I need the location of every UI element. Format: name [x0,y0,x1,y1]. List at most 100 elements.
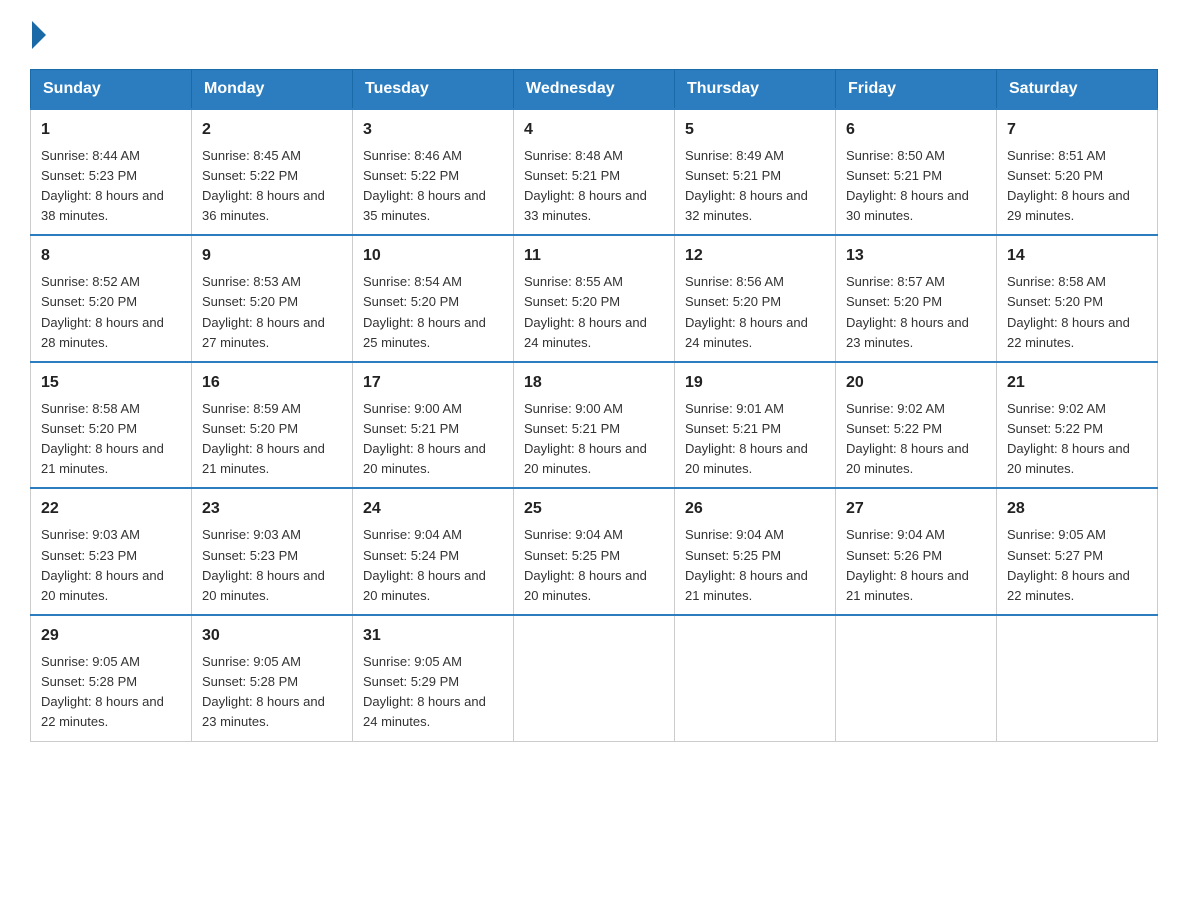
day-number: 24 [363,497,503,521]
day-cell: 4 Sunrise: 8:48 AMSunset: 5:21 PMDayligh… [514,109,675,236]
day-number: 20 [846,371,986,395]
day-number: 13 [846,244,986,268]
logo [30,20,46,49]
day-info: Sunrise: 8:51 AMSunset: 5:20 PMDaylight:… [1007,148,1130,223]
day-number: 27 [846,497,986,521]
week-row-4: 22 Sunrise: 9:03 AMSunset: 5:23 PMDaylig… [31,488,1158,615]
calendar-table: SundayMondayTuesdayWednesdayThursdayFrid… [30,69,1158,742]
day-info: Sunrise: 9:04 AMSunset: 5:25 PMDaylight:… [685,527,808,602]
week-row-3: 15 Sunrise: 8:58 AMSunset: 5:20 PMDaylig… [31,362,1158,489]
day-info: Sunrise: 8:44 AMSunset: 5:23 PMDaylight:… [41,148,164,223]
day-cell: 22 Sunrise: 9:03 AMSunset: 5:23 PMDaylig… [31,488,192,615]
day-info: Sunrise: 9:04 AMSunset: 5:26 PMDaylight:… [846,527,969,602]
day-info: Sunrise: 8:55 AMSunset: 5:20 PMDaylight:… [524,274,647,349]
col-header-thursday: Thursday [675,69,836,109]
day-number: 19 [685,371,825,395]
day-cell: 26 Sunrise: 9:04 AMSunset: 5:25 PMDaylig… [675,488,836,615]
day-cell: 14 Sunrise: 8:58 AMSunset: 5:20 PMDaylig… [997,235,1158,362]
day-cell [997,615,1158,741]
day-cell: 6 Sunrise: 8:50 AMSunset: 5:21 PMDayligh… [836,109,997,236]
day-cell: 1 Sunrise: 8:44 AMSunset: 5:23 PMDayligh… [31,109,192,236]
day-info: Sunrise: 8:58 AMSunset: 5:20 PMDaylight:… [41,401,164,476]
day-info: Sunrise: 8:56 AMSunset: 5:20 PMDaylight:… [685,274,808,349]
day-info: Sunrise: 8:45 AMSunset: 5:22 PMDaylight:… [202,148,325,223]
day-info: Sunrise: 9:04 AMSunset: 5:24 PMDaylight:… [363,527,486,602]
day-cell: 8 Sunrise: 8:52 AMSunset: 5:20 PMDayligh… [31,235,192,362]
day-cell: 16 Sunrise: 8:59 AMSunset: 5:20 PMDaylig… [192,362,353,489]
day-number: 5 [685,118,825,142]
col-header-monday: Monday [192,69,353,109]
day-cell: 27 Sunrise: 9:04 AMSunset: 5:26 PMDaylig… [836,488,997,615]
col-header-wednesday: Wednesday [514,69,675,109]
day-info: Sunrise: 9:02 AMSunset: 5:22 PMDaylight:… [1007,401,1130,476]
day-cell [514,615,675,741]
day-number: 11 [524,244,664,268]
day-cell: 18 Sunrise: 9:00 AMSunset: 5:21 PMDaylig… [514,362,675,489]
day-info: Sunrise: 8:53 AMSunset: 5:20 PMDaylight:… [202,274,325,349]
day-number: 21 [1007,371,1147,395]
day-number: 7 [1007,118,1147,142]
day-info: Sunrise: 9:02 AMSunset: 5:22 PMDaylight:… [846,401,969,476]
day-number: 6 [846,118,986,142]
day-number: 28 [1007,497,1147,521]
day-cell: 12 Sunrise: 8:56 AMSunset: 5:20 PMDaylig… [675,235,836,362]
logo-triangle-icon [32,21,46,49]
day-info: Sunrise: 9:05 AMSunset: 5:28 PMDaylight:… [41,654,164,729]
day-cell: 29 Sunrise: 9:05 AMSunset: 5:28 PMDaylig… [31,615,192,741]
day-info: Sunrise: 9:04 AMSunset: 5:25 PMDaylight:… [524,527,647,602]
calendar-header-row: SundayMondayTuesdayWednesdayThursdayFrid… [31,69,1158,109]
day-cell: 2 Sunrise: 8:45 AMSunset: 5:22 PMDayligh… [192,109,353,236]
col-header-friday: Friday [836,69,997,109]
day-info: Sunrise: 9:05 AMSunset: 5:28 PMDaylight:… [202,654,325,729]
week-row-1: 1 Sunrise: 8:44 AMSunset: 5:23 PMDayligh… [31,109,1158,236]
day-info: Sunrise: 8:58 AMSunset: 5:20 PMDaylight:… [1007,274,1130,349]
day-cell: 13 Sunrise: 8:57 AMSunset: 5:20 PMDaylig… [836,235,997,362]
day-info: Sunrise: 9:00 AMSunset: 5:21 PMDaylight:… [363,401,486,476]
day-number: 10 [363,244,503,268]
day-number: 31 [363,624,503,648]
page-header [30,20,1158,49]
col-header-saturday: Saturday [997,69,1158,109]
day-info: Sunrise: 8:46 AMSunset: 5:22 PMDaylight:… [363,148,486,223]
day-number: 18 [524,371,664,395]
day-cell: 20 Sunrise: 9:02 AMSunset: 5:22 PMDaylig… [836,362,997,489]
day-number: 29 [41,624,181,648]
day-number: 25 [524,497,664,521]
day-info: Sunrise: 8:50 AMSunset: 5:21 PMDaylight:… [846,148,969,223]
day-cell [675,615,836,741]
day-cell: 5 Sunrise: 8:49 AMSunset: 5:21 PMDayligh… [675,109,836,236]
day-info: Sunrise: 9:01 AMSunset: 5:21 PMDaylight:… [685,401,808,476]
day-cell: 9 Sunrise: 8:53 AMSunset: 5:20 PMDayligh… [192,235,353,362]
day-cell: 15 Sunrise: 8:58 AMSunset: 5:20 PMDaylig… [31,362,192,489]
day-number: 17 [363,371,503,395]
col-header-tuesday: Tuesday [353,69,514,109]
day-info: Sunrise: 8:52 AMSunset: 5:20 PMDaylight:… [41,274,164,349]
day-cell: 11 Sunrise: 8:55 AMSunset: 5:20 PMDaylig… [514,235,675,362]
day-cell: 3 Sunrise: 8:46 AMSunset: 5:22 PMDayligh… [353,109,514,236]
day-cell: 10 Sunrise: 8:54 AMSunset: 5:20 PMDaylig… [353,235,514,362]
day-cell: 21 Sunrise: 9:02 AMSunset: 5:22 PMDaylig… [997,362,1158,489]
day-info: Sunrise: 9:00 AMSunset: 5:21 PMDaylight:… [524,401,647,476]
day-number: 15 [41,371,181,395]
day-cell [836,615,997,741]
day-info: Sunrise: 9:03 AMSunset: 5:23 PMDaylight:… [41,527,164,602]
day-number: 12 [685,244,825,268]
day-cell: 28 Sunrise: 9:05 AMSunset: 5:27 PMDaylig… [997,488,1158,615]
day-info: Sunrise: 9:05 AMSunset: 5:27 PMDaylight:… [1007,527,1130,602]
day-cell: 30 Sunrise: 9:05 AMSunset: 5:28 PMDaylig… [192,615,353,741]
day-cell: 23 Sunrise: 9:03 AMSunset: 5:23 PMDaylig… [192,488,353,615]
day-info: Sunrise: 9:05 AMSunset: 5:29 PMDaylight:… [363,654,486,729]
day-number: 1 [41,118,181,142]
day-number: 14 [1007,244,1147,268]
day-info: Sunrise: 8:59 AMSunset: 5:20 PMDaylight:… [202,401,325,476]
day-info: Sunrise: 9:03 AMSunset: 5:23 PMDaylight:… [202,527,325,602]
day-number: 23 [202,497,342,521]
day-number: 26 [685,497,825,521]
day-number: 9 [202,244,342,268]
day-cell: 25 Sunrise: 9:04 AMSunset: 5:25 PMDaylig… [514,488,675,615]
day-info: Sunrise: 8:49 AMSunset: 5:21 PMDaylight:… [685,148,808,223]
week-row-2: 8 Sunrise: 8:52 AMSunset: 5:20 PMDayligh… [31,235,1158,362]
day-number: 8 [41,244,181,268]
day-number: 3 [363,118,503,142]
day-info: Sunrise: 8:57 AMSunset: 5:20 PMDaylight:… [846,274,969,349]
